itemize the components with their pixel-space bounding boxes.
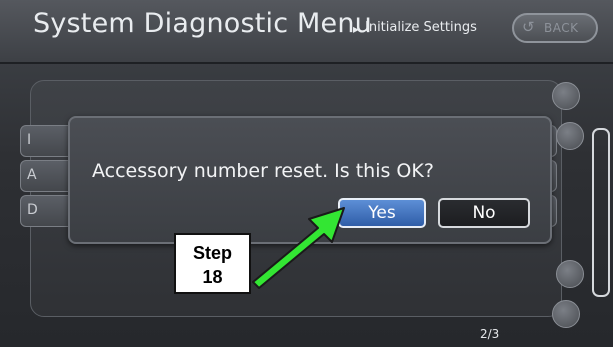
side-scroll-track (550, 70, 584, 340)
breadcrumb: Initialize Settings (365, 20, 477, 35)
no-button[interactable]: No (438, 198, 530, 228)
page-title: System Diagnostic Menu (33, 8, 372, 39)
scroll-down-button[interactable] (552, 300, 580, 328)
page-down-button[interactable] (556, 260, 584, 288)
scroll-up-button[interactable] (552, 82, 580, 110)
list-item-label: D (27, 202, 38, 218)
back-button-label: BACK (544, 21, 579, 35)
back-arrow-icon: ↺ (522, 18, 535, 36)
confirm-dialog: Accessory number reset. Is this OK? Yes … (68, 116, 552, 244)
nav-screen: System Diagnostic Menu ▸ Initialize Sett… (0, 0, 613, 347)
page-indicator: 2/3 (480, 327, 500, 341)
list-item-label: A (27, 167, 37, 183)
step-callout: Step 18 (174, 233, 251, 294)
step-number: 18 (202, 267, 223, 287)
yes-button[interactable]: Yes (338, 198, 426, 228)
list-item-label: I (27, 132, 32, 148)
dialog-message: Accessory number reset. Is this OK? (92, 160, 434, 182)
breadcrumb-arrow-icon: ▸ (353, 22, 360, 36)
scrollbar[interactable] (592, 128, 610, 297)
step-label: Step (192, 243, 232, 263)
back-button[interactable]: ↺ BACK (512, 13, 598, 43)
header-bar: System Diagnostic Menu ▸ Initialize Sett… (0, 0, 613, 64)
page-up-button[interactable] (556, 122, 584, 150)
